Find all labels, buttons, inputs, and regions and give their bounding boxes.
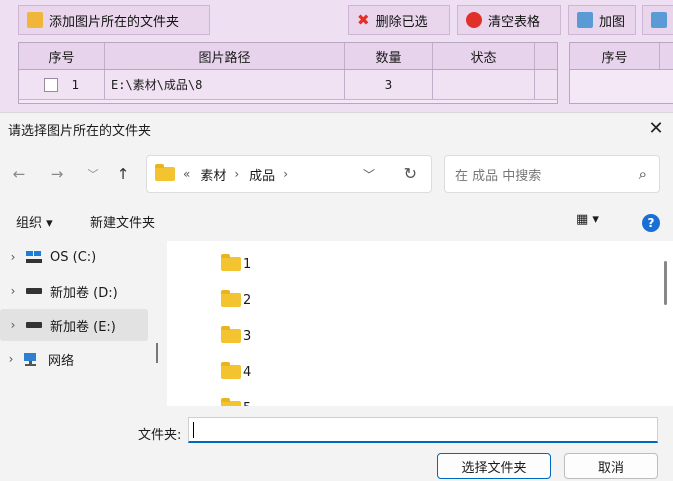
forward-button[interactable]: → <box>46 163 68 185</box>
arrow-left-icon: ← <box>12 165 26 183</box>
table-row[interactable]: 1 E:\素材\成品\8 3 <box>19 70 557 100</box>
back-button[interactable]: ← <box>8 163 30 185</box>
search-icon[interactable]: ⌕ <box>639 165 647 183</box>
search-box[interactable]: 在 成品 中搜索 ⌕ <box>444 155 660 193</box>
address-dropdown-icon[interactable]: ﹀ <box>363 166 375 183</box>
image-path-table: 序号 图片路径 数量 状态 1 E:\素材\成品\8 3 <box>18 42 558 104</box>
list-item[interactable]: 4 <box>221 361 251 383</box>
breadcrumb-finished[interactable]: 成品 <box>249 165 275 184</box>
search-placeholder: 在 成品 中搜索 <box>455 168 542 184</box>
nav-item-label: 网络 <box>48 353 75 369</box>
header-status[interactable]: 状态 <box>433 43 535 69</box>
delete-x-icon: ✖ <box>357 11 370 29</box>
address-overflow[interactable]: « <box>183 167 190 181</box>
table-header: 序号 图片路径 数量 状态 <box>19 43 557 70</box>
chevron-right-icon[interactable]: › <box>234 167 239 181</box>
address-bar[interactable]: « 素材 › 成品 › ﹀ ↻ <box>146 155 432 193</box>
table2-header: 序号 <box>570 43 673 70</box>
folder-icon <box>221 290 241 307</box>
table2-header-index[interactable]: 序号 <box>570 43 660 69</box>
row-count-cell: 3 <box>345 70 433 99</box>
dialog-title: 请选择图片所在的文件夹 <box>8 123 152 139</box>
dialog-title-bar: 请选择图片所在的文件夹 ✕ <box>0 113 673 145</box>
navigation-row: ← → ﹀ ↑ « 素材 › 成品 › ﹀ ↻ 在 成品 中搜索 ⌕ <box>0 153 673 195</box>
row-index-cell: 1 <box>19 70 105 99</box>
help-icon[interactable]: ? <box>642 214 660 232</box>
list-item[interactable]: 5 <box>221 397 251 406</box>
close-button[interactable]: ✕ <box>639 113 673 143</box>
app-toolbar: 添加图片所在的文件夹 ✖ 删除已选 清空表格 加图 <box>0 0 673 40</box>
nav-item-label: 新加卷 (E:) <box>50 319 116 335</box>
chevron-right-icon[interactable]: › <box>0 352 22 366</box>
close-icon: ✕ <box>648 117 664 139</box>
add-image-button[interactable]: 加图 <box>568 5 636 35</box>
background-app-window: 添加图片所在的文件夹 ✖ 删除已选 清空表格 加图 序号 图片路径 数量 状态 <box>0 0 673 112</box>
organize-menu[interactable]: 组织 ▾ <box>16 212 53 231</box>
add-image-icon <box>577 12 593 28</box>
folder-icon <box>221 254 241 271</box>
view-options-icon[interactable]: ▦ ▾ <box>576 212 599 227</box>
recent-locations-button[interactable]: ﹀ <box>82 163 104 185</box>
nav-item-label: 新加卷 (D:) <box>50 285 118 301</box>
navigation-pane: › OS (C:) › 新加卷 (D:) › 新加卷 (E:) › 网络 <box>0 241 158 406</box>
select-folder-button[interactable]: 选择文件夹 <box>437 453 551 479</box>
chevron-right-icon[interactable]: › <box>283 167 288 181</box>
chevron-down-icon: ﹀ <box>87 168 99 181</box>
text-caret <box>193 422 194 438</box>
file-list-scrollbar[interactable] <box>664 261 667 305</box>
nav-item-label: OS (C:) <box>50 249 97 265</box>
cancel-button[interactable]: 取消 <box>564 453 658 479</box>
breadcrumb-material[interactable]: 素材 <box>200 165 226 184</box>
folder-image-icon <box>27 12 43 28</box>
nav-pane-scrollbar[interactable] <box>156 343 158 363</box>
chevron-right-icon[interactable]: › <box>0 250 26 264</box>
list-item[interactable]: 3 <box>221 325 251 347</box>
clear-circle-icon <box>466 12 482 28</box>
drive-icon <box>26 288 42 294</box>
chevron-right-icon[interactable]: › <box>0 284 26 298</box>
arrow-up-icon: ↑ <box>116 165 130 183</box>
delete-selected-button[interactable]: ✖ 删除已选 <box>348 5 450 35</box>
more-toolbar-button[interactable] <box>642 5 673 35</box>
up-button[interactable]: ↑ <box>112 163 134 185</box>
row-checkbox[interactable] <box>43 77 58 92</box>
nav-item-c-drive[interactable]: › OS (C:) <box>0 241 148 273</box>
list-item[interactable]: 2 <box>221 289 251 311</box>
folder-picker-dialog: 请选择图片所在的文件夹 ✕ ← → ﹀ ↑ « 素材 › 成品 › ﹀ ↻ 在 … <box>0 112 673 481</box>
file-list: 1 2 3 4 5 <box>167 241 673 406</box>
network-icon <box>22 352 40 366</box>
arrow-right-icon: → <box>50 165 64 183</box>
command-bar: 组织 ▾ 新建文件夹 ▦ ▾ ? <box>0 207 673 237</box>
nav-item-e-drive[interactable]: › 新加卷 (E:) <box>0 309 148 341</box>
header-index[interactable]: 序号 <box>19 43 105 69</box>
new-folder-button[interactable]: 新建文件夹 <box>90 212 155 231</box>
folder-field-label: 文件夹: <box>138 428 182 443</box>
header-count[interactable]: 数量 <box>345 43 433 69</box>
header-path[interactable]: 图片路径 <box>105 43 345 69</box>
nav-item-d-drive[interactable]: › 新加卷 (D:) <box>0 275 148 307</box>
drive-icon <box>26 322 42 328</box>
toolbar-icon <box>651 12 667 28</box>
list-item[interactable]: 1 <box>221 253 251 275</box>
clear-table-button[interactable]: 清空表格 <box>457 5 561 35</box>
folder-icon <box>155 164 175 181</box>
refresh-icon[interactable]: ↻ <box>404 164 417 183</box>
row-path-cell: E:\素材\成品\8 <box>105 70 345 99</box>
second-table: 序号 <box>569 42 673 104</box>
chevron-right-icon[interactable]: › <box>0 318 26 332</box>
folder-name-input[interactable] <box>188 417 658 443</box>
windows-drive-icon <box>26 251 42 263</box>
dialog-footer: 文件夹: 选择文件夹 取消 <box>0 406 673 481</box>
folder-icon <box>221 362 241 379</box>
add-folder-button[interactable]: 添加图片所在的文件夹 <box>18 5 210 35</box>
row-status-cell <box>433 70 535 99</box>
folder-icon <box>221 326 241 343</box>
nav-item-network[interactable]: › 网络 <box>0 343 148 375</box>
